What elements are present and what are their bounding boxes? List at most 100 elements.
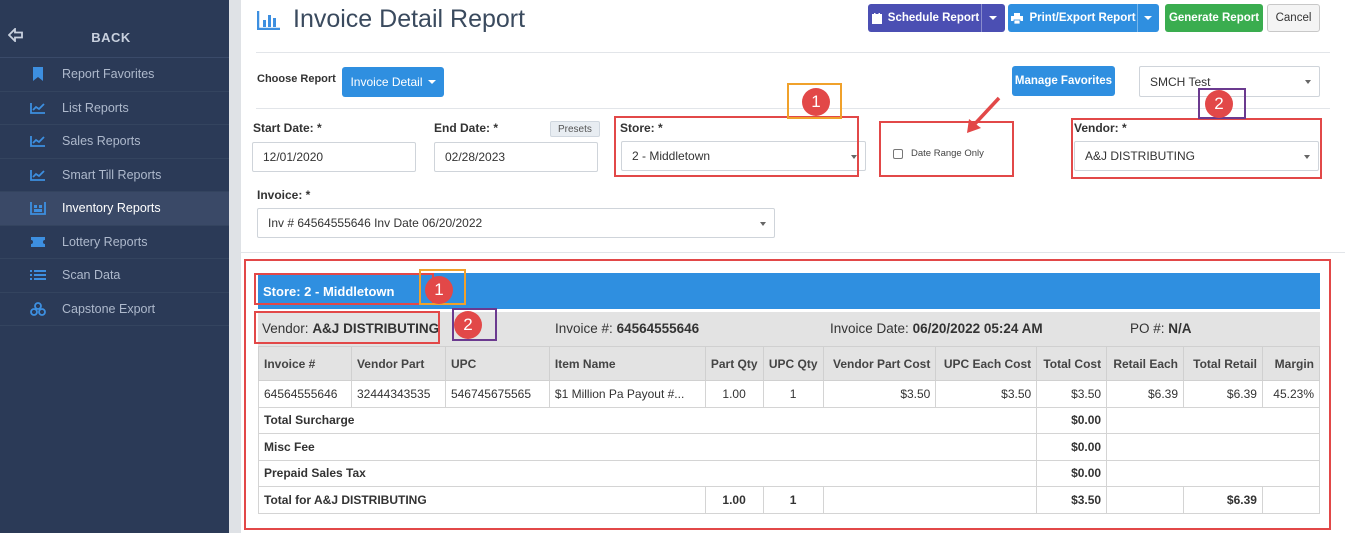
manage-favorites-button[interactable]: Manage Favorites xyxy=(1012,66,1115,96)
sidebar-item-lottery-reports[interactable]: Lottery Reports xyxy=(0,226,229,259)
column-header[interactable]: Total Retail xyxy=(1183,346,1263,381)
sidebar-item-label: Capstone Export xyxy=(62,301,156,316)
end-date-input[interactable]: 02/28/2023 xyxy=(434,142,598,172)
generate-report-button[interactable]: Generate Report xyxy=(1165,4,1263,32)
column-header[interactable]: Vendor Part xyxy=(350,346,446,381)
table-header-row: Invoice # Vendor Part UPC Item Name Part… xyxy=(258,346,1321,381)
divider xyxy=(256,52,1330,53)
split-divider xyxy=(981,4,982,32)
invoice-label: Invoice: * xyxy=(257,188,311,202)
table-row: 64564555646 32444343535 546745675565 $1 … xyxy=(258,380,1321,408)
schedule-report-label: Schedule Report xyxy=(887,12,980,24)
start-date-label: Start Date: * xyxy=(253,121,322,135)
sidebar-item-smart-till-reports[interactable]: Smart Till Reports xyxy=(0,159,229,192)
surcharge-row: Total Surcharge $0.00 xyxy=(257,406,1320,434)
inventory-icon xyxy=(30,201,46,216)
presets-button[interactable]: Presets xyxy=(550,121,600,137)
back-label: BACK xyxy=(91,30,131,45)
column-header[interactable]: Invoice # xyxy=(258,346,352,381)
table-cell: 64564555646 xyxy=(258,380,352,408)
invoice-meta-label: Invoice #: xyxy=(555,321,613,336)
line-chart-icon xyxy=(30,101,46,115)
sidebar-item-label: Smart Till Reports xyxy=(62,167,162,182)
column-header[interactable]: Vendor Part Cost xyxy=(822,346,937,381)
back-button[interactable]: BACK xyxy=(0,0,229,58)
printer-icon xyxy=(1011,12,1024,24)
invoice-meta: Invoice #: 64564555646 xyxy=(555,321,699,336)
sidebar-item-label: Sales Reports xyxy=(62,134,141,149)
total-row: Total for A&J DISTRIBUTING 1.00 1 $3.50 … xyxy=(258,486,1321,514)
column-header[interactable]: Item Name xyxy=(548,346,706,381)
invoice-detail-dropdown[interactable]: Invoice Detail xyxy=(342,67,444,97)
annotation-badge-1b: 1 xyxy=(425,276,453,304)
empty-cell xyxy=(822,486,1038,514)
empty-cell xyxy=(1106,433,1320,461)
column-header[interactable]: Part Qty xyxy=(704,346,764,381)
table-cell: 1 xyxy=(762,380,824,408)
caret-down-icon xyxy=(427,80,436,84)
column-header[interactable]: UPC Each Cost xyxy=(935,346,1038,381)
favorites-value: SMCH Test xyxy=(1150,74,1211,89)
cancel-label: Cancel xyxy=(1275,12,1312,24)
sidebar-item-scan-data[interactable]: Scan Data xyxy=(0,259,229,293)
po-label: PO #: xyxy=(1130,321,1165,336)
misc-fee-row: Misc Fee $0.00 xyxy=(257,433,1320,461)
table-cell: 1.00 xyxy=(704,380,764,408)
column-header[interactable]: UPC Qty xyxy=(762,346,824,381)
invoice-date-label: Invoice Date: xyxy=(830,321,909,336)
prepaid-tax-row: Prepaid Sales Tax $0.00 xyxy=(257,459,1320,487)
sidebar-item-inventory-reports[interactable]: Inventory Reports xyxy=(0,192,229,226)
annotation-badge-1: 1 xyxy=(802,88,830,116)
total-part-qty: 1.00 xyxy=(704,486,764,514)
sidebar-item-label: Lottery Reports xyxy=(62,234,148,249)
column-header[interactable]: Margin xyxy=(1261,346,1321,381)
cancel-button[interactable]: Cancel xyxy=(1267,4,1320,32)
table-cell: 32444343535 xyxy=(350,380,446,408)
table-cell: $1 Million Pa Payout #... xyxy=(548,380,706,408)
list-icon xyxy=(30,268,46,282)
sidebar-item-label: Scan Data xyxy=(62,268,121,283)
sidebar: BACK Report Favorites List Reports Sales… xyxy=(0,0,229,533)
caret-down-icon[interactable] xyxy=(1144,16,1152,20)
choose-report-label: Choose Report xyxy=(257,73,336,85)
caret-down-icon[interactable] xyxy=(989,16,997,20)
annotation-arrow-icon xyxy=(967,96,1001,133)
bookmark-icon xyxy=(30,67,46,82)
annotation-box-store-heading xyxy=(254,273,434,305)
sidebar-scrollbar[interactable] xyxy=(229,0,241,533)
annotation-box-vendor-meta xyxy=(254,311,440,344)
misc-fee-value: $0.00 xyxy=(1036,433,1108,461)
table-cell: $3.50 xyxy=(935,380,1038,408)
column-header[interactable]: UPC xyxy=(444,346,550,381)
schedule-report-button[interactable]: Schedule Report xyxy=(868,4,1005,32)
table-cell: 45.23% xyxy=(1261,380,1321,408)
sidebar-item-report-favorites[interactable]: Report Favorites xyxy=(0,58,229,92)
sidebar-item-label: Report Favorites xyxy=(62,67,155,82)
total-cost: $3.50 xyxy=(1036,486,1108,514)
sidebar-item-list-reports[interactable]: List Reports xyxy=(0,92,229,125)
prepaid-tax-label: Prepaid Sales Tax xyxy=(257,459,1038,487)
invoice-detail-label: Invoice Detail xyxy=(350,75,423,89)
split-divider xyxy=(1137,4,1138,32)
column-header[interactable]: Total Cost xyxy=(1036,346,1108,381)
sidebar-item-capstone-export[interactable]: Capstone Export xyxy=(0,293,229,326)
invoice-value: Inv # 64564555646 Inv Date 06/20/2022 xyxy=(268,216,483,230)
misc-fee-label: Misc Fee xyxy=(257,433,1038,461)
surcharge-value: $0.00 xyxy=(1036,406,1108,434)
invoice-select[interactable]: Inv # 64564555646 Inv Date 06/20/2022 xyxy=(257,208,775,238)
start-date-input[interactable]: 12/01/2020 xyxy=(252,142,416,172)
print-export-button[interactable]: Print/Export Report xyxy=(1008,4,1159,32)
annotation-badge-2b: 2 xyxy=(454,311,482,339)
table-cell: $6.39 xyxy=(1106,380,1185,408)
sidebar-item-sales-reports[interactable]: Sales Reports xyxy=(0,125,229,159)
manage-favorites-label: Manage Favorites xyxy=(1014,75,1113,87)
empty-cell xyxy=(1261,486,1321,514)
table-cell: $3.50 xyxy=(1036,380,1108,408)
table-cell: 546745675565 xyxy=(444,380,550,408)
total-label: Total for A&J DISTRIBUTING xyxy=(258,486,706,514)
empty-cell xyxy=(1106,406,1320,434)
annotation-box-vendor xyxy=(1071,118,1322,179)
empty-cell xyxy=(1106,486,1185,514)
end-date-value: 02/28/2023 xyxy=(445,150,506,164)
column-header[interactable]: Retail Each xyxy=(1106,346,1185,381)
